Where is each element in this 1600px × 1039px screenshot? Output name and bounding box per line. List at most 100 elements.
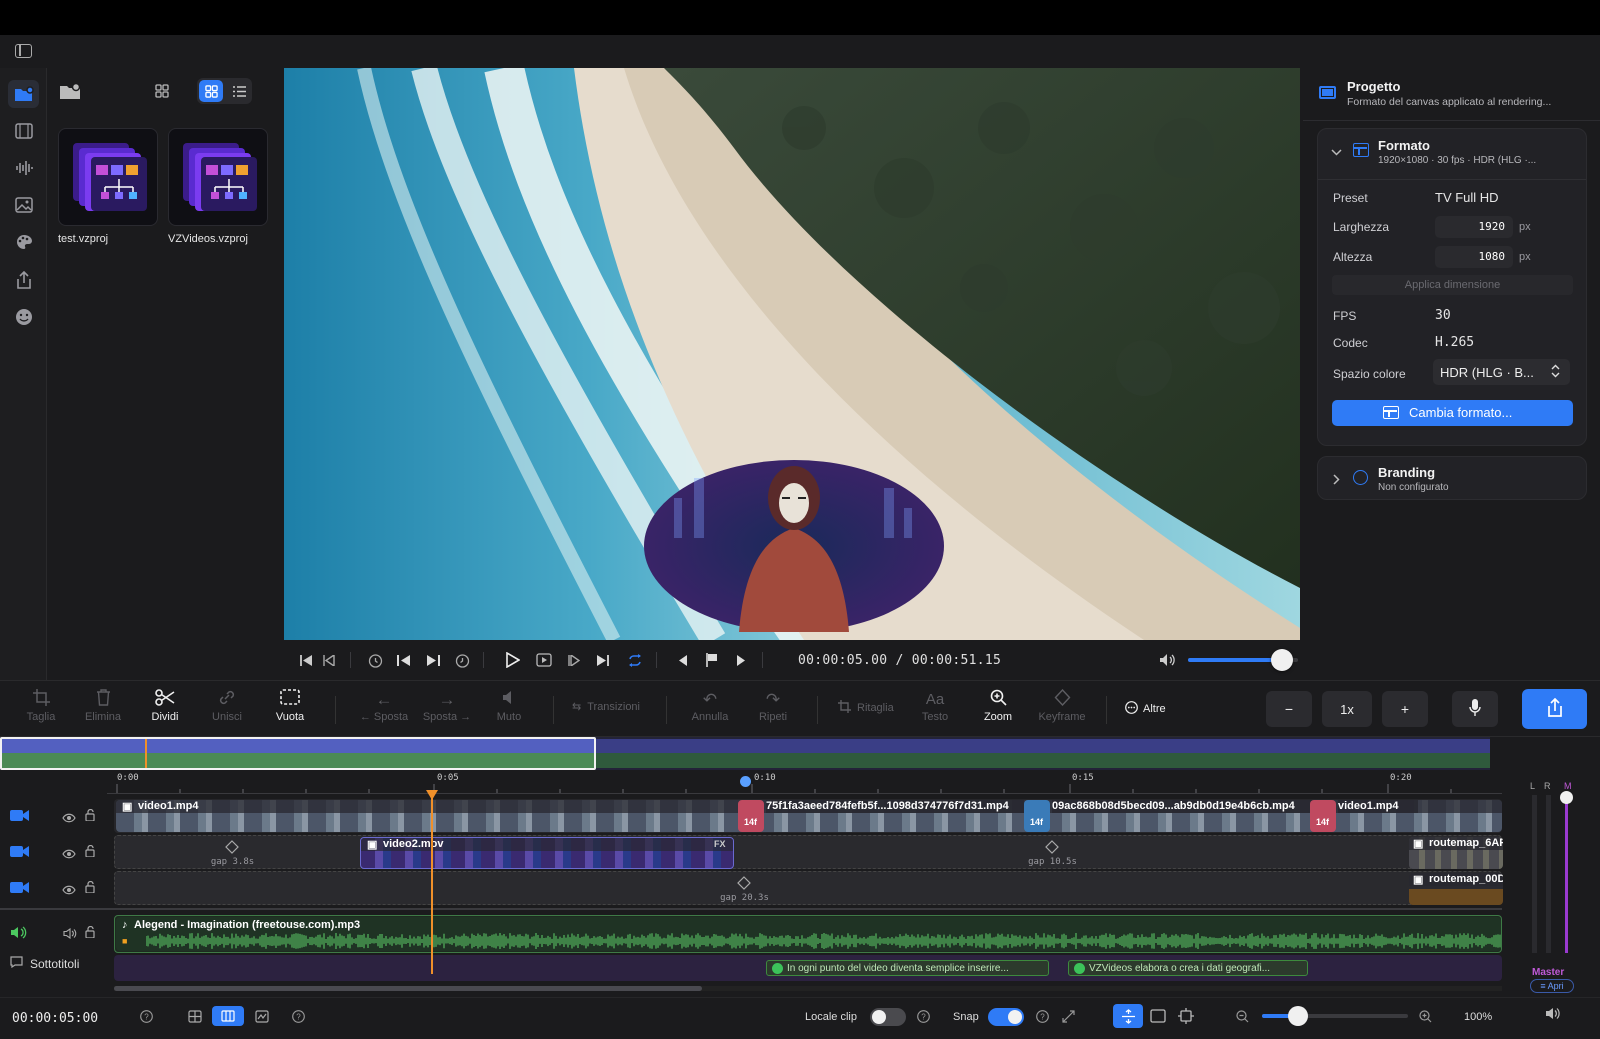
palette-icon[interactable]: [8, 228, 39, 256]
volume-icon[interactable]: [63, 926, 77, 944]
transitions-button[interactable]: ⇆ Transizioni: [572, 700, 640, 714]
grid-layout-icon[interactable]: [188, 1010, 202, 1026]
unlock-icon[interactable]: [85, 844, 95, 862]
clip-name[interactable]: 09ac868b08d5becd09...ab9db0d19e4b6cb.mp4: [1052, 800, 1316, 813]
step-forward-icon[interactable]: [422, 645, 444, 675]
trim-button[interactable]: Taglia: [11, 689, 71, 733]
eye-icon[interactable]: [62, 810, 76, 828]
width-field[interactable]: 1920: [1435, 216, 1513, 238]
chevron-right-icon[interactable]: [1333, 472, 1340, 490]
share-icon[interactable]: [8, 266, 39, 294]
fit-height-icon[interactable]: [1113, 1004, 1143, 1028]
media-folder-icon[interactable]: [8, 80, 39, 108]
snap-toggle[interactable]: [988, 1008, 1024, 1026]
locale-clip-toggle[interactable]: [870, 1008, 906, 1026]
unlock-icon[interactable]: [85, 808, 95, 826]
expand-icon[interactable]: [1062, 1010, 1075, 1026]
speaker-icon[interactable]: [1545, 1007, 1561, 1023]
subtitle-chip[interactable]: In ogni punto del video diventa semplice…: [766, 960, 1049, 976]
time-ruler[interactable]: 0:00 0:05 0:10 0:15 0:20: [107, 773, 1502, 794]
prev-frame-icon[interactable]: [319, 645, 339, 675]
text-button[interactable]: Aa Testo: [905, 689, 965, 733]
branding-card[interactable]: Branding Non configurato: [1317, 456, 1587, 500]
volume-slider[interactable]: [1188, 649, 1298, 671]
play-icon[interactable]: [502, 645, 524, 675]
redo-button[interactable]: ↷ Ripeti: [743, 689, 803, 733]
unlock-icon[interactable]: [85, 880, 95, 898]
master-fader-knob[interactable]: [1560, 791, 1573, 804]
split-button[interactable]: Dividi: [135, 689, 195, 733]
move-left-button[interactable]: ← ← Sposta: [350, 689, 418, 733]
blank-button[interactable]: Vuota: [260, 689, 320, 733]
fit-frame-icon[interactable]: [1150, 1009, 1166, 1026]
change-format-button[interactable]: Cambia formato...: [1332, 400, 1573, 426]
mute-button[interactable]: Muto: [479, 689, 539, 733]
new-folder-icon[interactable]: [59, 82, 81, 105]
transition-badge[interactable]: 14f: [1024, 800, 1050, 832]
merge-button[interactable]: Unisci: [197, 689, 257, 733]
scrollbar-thumb[interactable]: [114, 986, 702, 991]
crop-button[interactable]: Ritaglia: [838, 700, 894, 716]
mark-in-icon[interactable]: [672, 645, 694, 675]
transition-badge[interactable]: 14f: [738, 800, 764, 832]
grid-small-icon[interactable]: [155, 84, 169, 103]
export-button[interactable]: [1522, 689, 1587, 729]
image-icon[interactable]: [8, 191, 39, 219]
waveform-icon[interactable]: [8, 154, 39, 182]
playhead[interactable]: [431, 794, 433, 974]
help-icon[interactable]: ?: [292, 1010, 305, 1026]
help-icon[interactable]: ?: [140, 1010, 153, 1026]
skip-end-icon[interactable]: [591, 645, 613, 675]
record-voice-button[interactable]: [1452, 691, 1498, 727]
film-icon[interactable]: [8, 117, 39, 145]
forward-5s-icon[interactable]: [451, 645, 473, 675]
move-right-button[interactable]: → Sposta →: [413, 689, 481, 733]
overview-viewport[interactable]: [0, 737, 596, 770]
step-back-icon[interactable]: [393, 645, 415, 675]
open-mixer-button[interactable]: ≡ Apri: [1530, 979, 1574, 993]
rewind-5s-icon[interactable]: [364, 645, 386, 675]
skip-start-icon[interactable]: [296, 645, 316, 675]
eye-icon[interactable]: [62, 846, 76, 864]
chevron-down-icon[interactable]: [1331, 147, 1342, 159]
video-clip[interactable]: ▣ video2.mov FX: [360, 837, 734, 869]
unlock-icon[interactable]: [85, 925, 95, 943]
project-thumbnail[interactable]: [168, 128, 268, 226]
zoom-slider-knob[interactable]: [1288, 1006, 1308, 1026]
subtitle-chip[interactable]: VZVideos elabora o crea i dati geografi.…: [1068, 960, 1308, 976]
speed-decrease-button[interactable]: −: [1266, 691, 1312, 727]
timeline-layout-icon[interactable]: [212, 1006, 244, 1026]
video-clip[interactable]: ▣ routemap_00D: [1409, 873, 1503, 905]
emoji-icon[interactable]: [8, 303, 39, 331]
fit-all-icon[interactable]: [1178, 1008, 1194, 1027]
play-selection-icon[interactable]: [533, 645, 555, 675]
zoom-slider[interactable]: [1262, 1006, 1408, 1026]
colorspace-select[interactable]: HDR (HLG · B...: [1433, 359, 1570, 385]
next-marker-icon[interactable]: [563, 645, 585, 675]
volume-icon[interactable]: [1157, 645, 1179, 675]
clip-name[interactable]: video1.mp4: [1338, 800, 1418, 813]
master-fader-track[interactable]: [1565, 797, 1568, 953]
sidebar-toggle-icon[interactable]: [15, 44, 32, 58]
help-icon[interactable]: ?: [1036, 1010, 1049, 1026]
project-thumbnail[interactable]: [58, 128, 158, 226]
list-view-icon[interactable]: [227, 80, 251, 102]
delete-button[interactable]: Elimina: [73, 689, 133, 733]
timeline-overview[interactable]: [0, 737, 1490, 770]
help-icon[interactable]: ?: [917, 1010, 930, 1026]
apply-dimension-button[interactable]: Applica dimensione: [1332, 275, 1573, 295]
zoom-button[interactable]: Zoom: [968, 689, 1028, 733]
video-preview[interactable]: [284, 68, 1300, 640]
grid-view-icon[interactable]: [199, 80, 223, 102]
transition-badge[interactable]: 14f: [1310, 800, 1336, 832]
waveform-view-icon[interactable]: [255, 1010, 269, 1026]
zoom-out-icon[interactable]: [1236, 1010, 1249, 1026]
more-button[interactable]: Altre: [1125, 701, 1166, 717]
speed-increase-button[interactable]: +: [1382, 691, 1428, 727]
timeline-scrollbar[interactable]: [114, 986, 1502, 991]
clip-name[interactable]: 75f1fa3aeed784fefb5f...1098d374776f7d31.…: [766, 800, 1024, 813]
zoom-in-icon[interactable]: [1419, 1010, 1432, 1026]
mark-out-icon[interactable]: [730, 645, 752, 675]
video-clip[interactable]: ▣ routemap_6AF: [1409, 837, 1503, 869]
audio-clip[interactable]: ♪ Alegend - Imagination (freetouse.com).…: [116, 917, 1501, 951]
